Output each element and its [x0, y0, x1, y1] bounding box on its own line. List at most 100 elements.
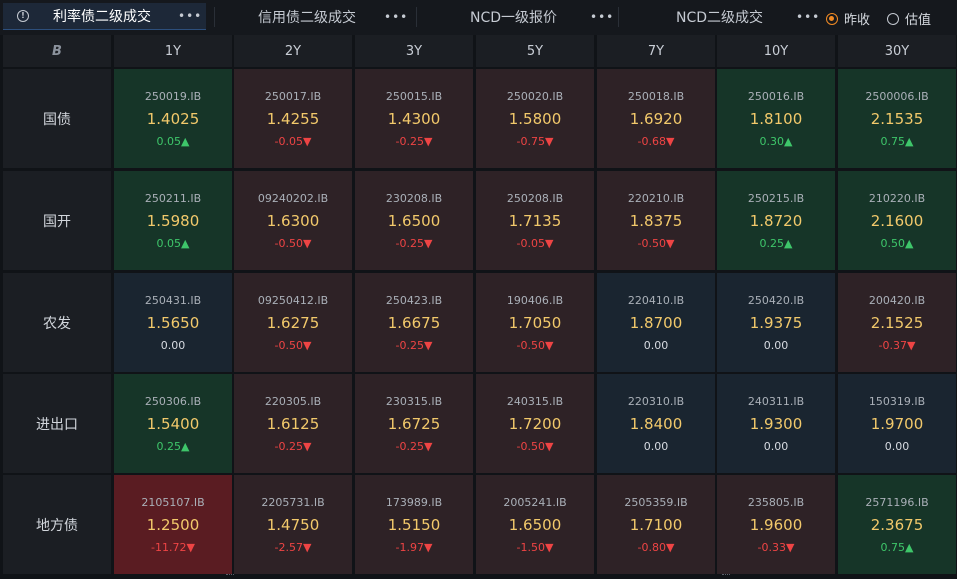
bond-code: 210220.IB — [868, 192, 926, 205]
yield-value: 1.6500 — [508, 516, 562, 534]
quote-cell[interactable]: 09250412.IB 1.6275 -0.50▼ — [234, 273, 352, 372]
more-icon[interactable]: ••• — [796, 10, 820, 24]
yield-change: 0.25▲ — [156, 440, 190, 453]
quote-cell[interactable]: 235805.IB 1.9600 -0.33▼ — [717, 475, 835, 574]
yield-value: 1.4255 — [266, 110, 320, 128]
more-icon[interactable]: ••• — [178, 9, 202, 23]
quote-cell[interactable]: 230315.IB 1.6725 -0.25▼ — [355, 374, 473, 473]
bond-code: 09250412.IB — [257, 294, 329, 307]
bond-code: 2505359.IB — [624, 496, 688, 509]
tenor-header[interactable]: 7Y — [597, 35, 715, 67]
yield-change: 0.00 — [160, 339, 186, 352]
quote-cell[interactable]: 240311.IB 1.9300 0.00 — [717, 374, 835, 473]
yield-value: 1.6275 — [266, 314, 320, 332]
quote-cell[interactable]: 2571196.IB 2.3675 0.75▲ — [838, 475, 956, 574]
quote-cell[interactable]: 250420.IB 1.9375 0.00 — [717, 273, 835, 372]
yield-value: 2.1535 — [870, 110, 924, 128]
tab-bar: ! 利率债二级成交 ••• 信用债二级成交 ••• NCD一级报价 ••• NC… — [0, 0, 957, 35]
bond-code: 250211.IB — [144, 192, 202, 205]
quote-cell[interactable]: 250017.IB 1.4255 -0.05▼ — [234, 69, 352, 168]
yield-value: 1.7100 — [629, 516, 683, 534]
yield-change: -0.50▼ — [516, 440, 554, 453]
more-icon[interactable]: ••• — [590, 10, 614, 24]
row-label: 地方债 — [3, 475, 111, 574]
quote-cell[interactable]: 250016.IB 1.8100 0.30▲ — [717, 69, 835, 168]
tenor-header[interactable]: 1Y — [114, 35, 232, 67]
yield-value: 1.7050 — [508, 314, 562, 332]
bond-code: 230315.IB — [385, 395, 443, 408]
yield-change: -2.57▼ — [274, 541, 312, 554]
yield-change: 0.00 — [643, 440, 669, 453]
radio-dot-icon — [887, 12, 899, 25]
tab-ncd-primary-quote[interactable]: NCD一级报价 ••• — [418, 3, 613, 30]
quote-cell[interactable]: 2005241.IB 1.6500 -1.50▼ — [476, 475, 594, 574]
yield-change: 0.00 — [763, 440, 789, 453]
bond-code: 250019.IB — [144, 90, 202, 103]
quote-cell[interactable]: 190406.IB 1.7050 -0.50▼ — [476, 273, 594, 372]
more-icon[interactable]: ••• — [384, 10, 408, 24]
radio-valuation[interactable]: 估值 — [887, 9, 931, 28]
quote-cell[interactable]: 09240202.IB 1.6300 -0.50▼ — [234, 171, 352, 270]
tenor-header[interactable]: 2Y — [234, 35, 352, 67]
tab-ncd-secondary[interactable]: NCD二级成交 ••• — [620, 3, 820, 30]
quote-cell[interactable]: 210220.IB 2.1600 0.50▲ — [838, 171, 956, 270]
quote-cell[interactable]: 250215.IB 1.8720 0.25▲ — [717, 171, 835, 270]
row-label: 国开 — [3, 171, 111, 270]
row-label: 农发 — [3, 273, 111, 372]
quote-cell[interactable]: 220310.IB 1.8400 0.00 — [597, 374, 715, 473]
yield-value: 1.4750 — [266, 516, 320, 534]
quote-cell[interactable]: 2105107.IB 1.2500 -11.72▼ — [114, 475, 232, 574]
quote-cell[interactable]: 250431.IB 1.5650 0.00 — [114, 273, 232, 372]
yield-change: -0.80▼ — [637, 541, 675, 554]
tenor-header[interactable]: 5Y — [476, 35, 594, 67]
bond-code: 250017.IB — [264, 90, 322, 103]
quote-cell[interactable]: 250019.IB 1.4025 0.05▲ — [114, 69, 232, 168]
yield-value: 1.8400 — [629, 415, 683, 433]
bond-code: 2005241.IB — [503, 496, 567, 509]
yield-value: 1.9300 — [749, 415, 803, 433]
quote-cell[interactable]: 230208.IB 1.6500 -0.25▼ — [355, 171, 473, 270]
yield-change: 0.05▲ — [156, 135, 190, 148]
radio-prev-close[interactable]: 昨收 — [826, 9, 870, 28]
quote-cell[interactable]: 173989.IB 1.5150 -1.97▼ — [355, 475, 473, 574]
resize-handle-icon[interactable] — [226, 574, 234, 577]
radio-label: 昨收 — [844, 13, 871, 28]
quote-cell[interactable]: 250018.IB 1.6920 -0.68▼ — [597, 69, 715, 168]
yield-change: 0.00 — [643, 339, 669, 352]
tenor-header[interactable]: 3Y — [355, 35, 473, 67]
quote-cell[interactable]: 200420.IB 2.1525 -0.37▼ — [838, 273, 956, 372]
tenor-header[interactable]: 30Y — [838, 35, 956, 67]
yield-change: -0.25▼ — [274, 440, 312, 453]
yield-change: 0.00 — [763, 339, 789, 352]
resize-handle-icon[interactable] — [722, 574, 730, 577]
quote-cell[interactable]: 220410.IB 1.8700 0.00 — [597, 273, 715, 372]
tenor-header[interactable]: 10Y — [717, 35, 835, 67]
quote-cell[interactable]: 220305.IB 1.6125 -0.25▼ — [234, 374, 352, 473]
quote-cell[interactable]: 250015.IB 1.4300 -0.25▼ — [355, 69, 473, 168]
tab-label: NCD一级报价 — [470, 9, 558, 26]
quote-cell[interactable]: 2500006.IB 2.1535 0.75▲ — [838, 69, 956, 168]
quote-cell[interactable]: 250020.IB 1.5800 -0.75▼ — [476, 69, 594, 168]
quote-cell[interactable]: 150319.IB 1.9700 0.00 — [838, 374, 956, 473]
bond-code: 250420.IB — [747, 294, 805, 307]
info-icon[interactable]: ! — [17, 10, 29, 22]
yield-change: -0.50▼ — [516, 339, 554, 352]
quote-cell[interactable]: 2205731.IB 1.4750 -2.57▼ — [234, 475, 352, 574]
quote-cell[interactable]: 250211.IB 1.5980 0.05▲ — [114, 171, 232, 270]
yield-value: 1.6300 — [266, 212, 320, 230]
quote-cell[interactable]: 2505359.IB 1.7100 -0.80▼ — [597, 475, 715, 574]
quote-cell[interactable]: 250208.IB 1.7135 -0.05▼ — [476, 171, 594, 270]
quote-cell[interactable]: 220210.IB 1.8375 -0.50▼ — [597, 171, 715, 270]
quote-cell[interactable]: 250423.IB 1.6675 -0.25▼ — [355, 273, 473, 372]
tab-divider — [416, 7, 417, 27]
row-label: 进出口 — [3, 374, 111, 473]
tab-credit-bond-secondary[interactable]: 信用债二级成交 ••• — [216, 3, 411, 30]
yield-value: 1.6725 — [387, 415, 441, 433]
quote-cell[interactable]: 250306.IB 1.5400 0.25▲ — [114, 374, 232, 473]
yield-change: 0.50▲ — [880, 237, 914, 250]
bond-code: 250018.IB — [627, 90, 685, 103]
bond-code: 173989.IB — [385, 496, 443, 509]
yield-change: -11.72▼ — [151, 541, 195, 554]
tab-rate-bond-secondary[interactable]: ! 利率债二级成交 ••• — [3, 3, 206, 30]
quote-cell[interactable]: 240315.IB 1.7200 -0.50▼ — [476, 374, 594, 473]
